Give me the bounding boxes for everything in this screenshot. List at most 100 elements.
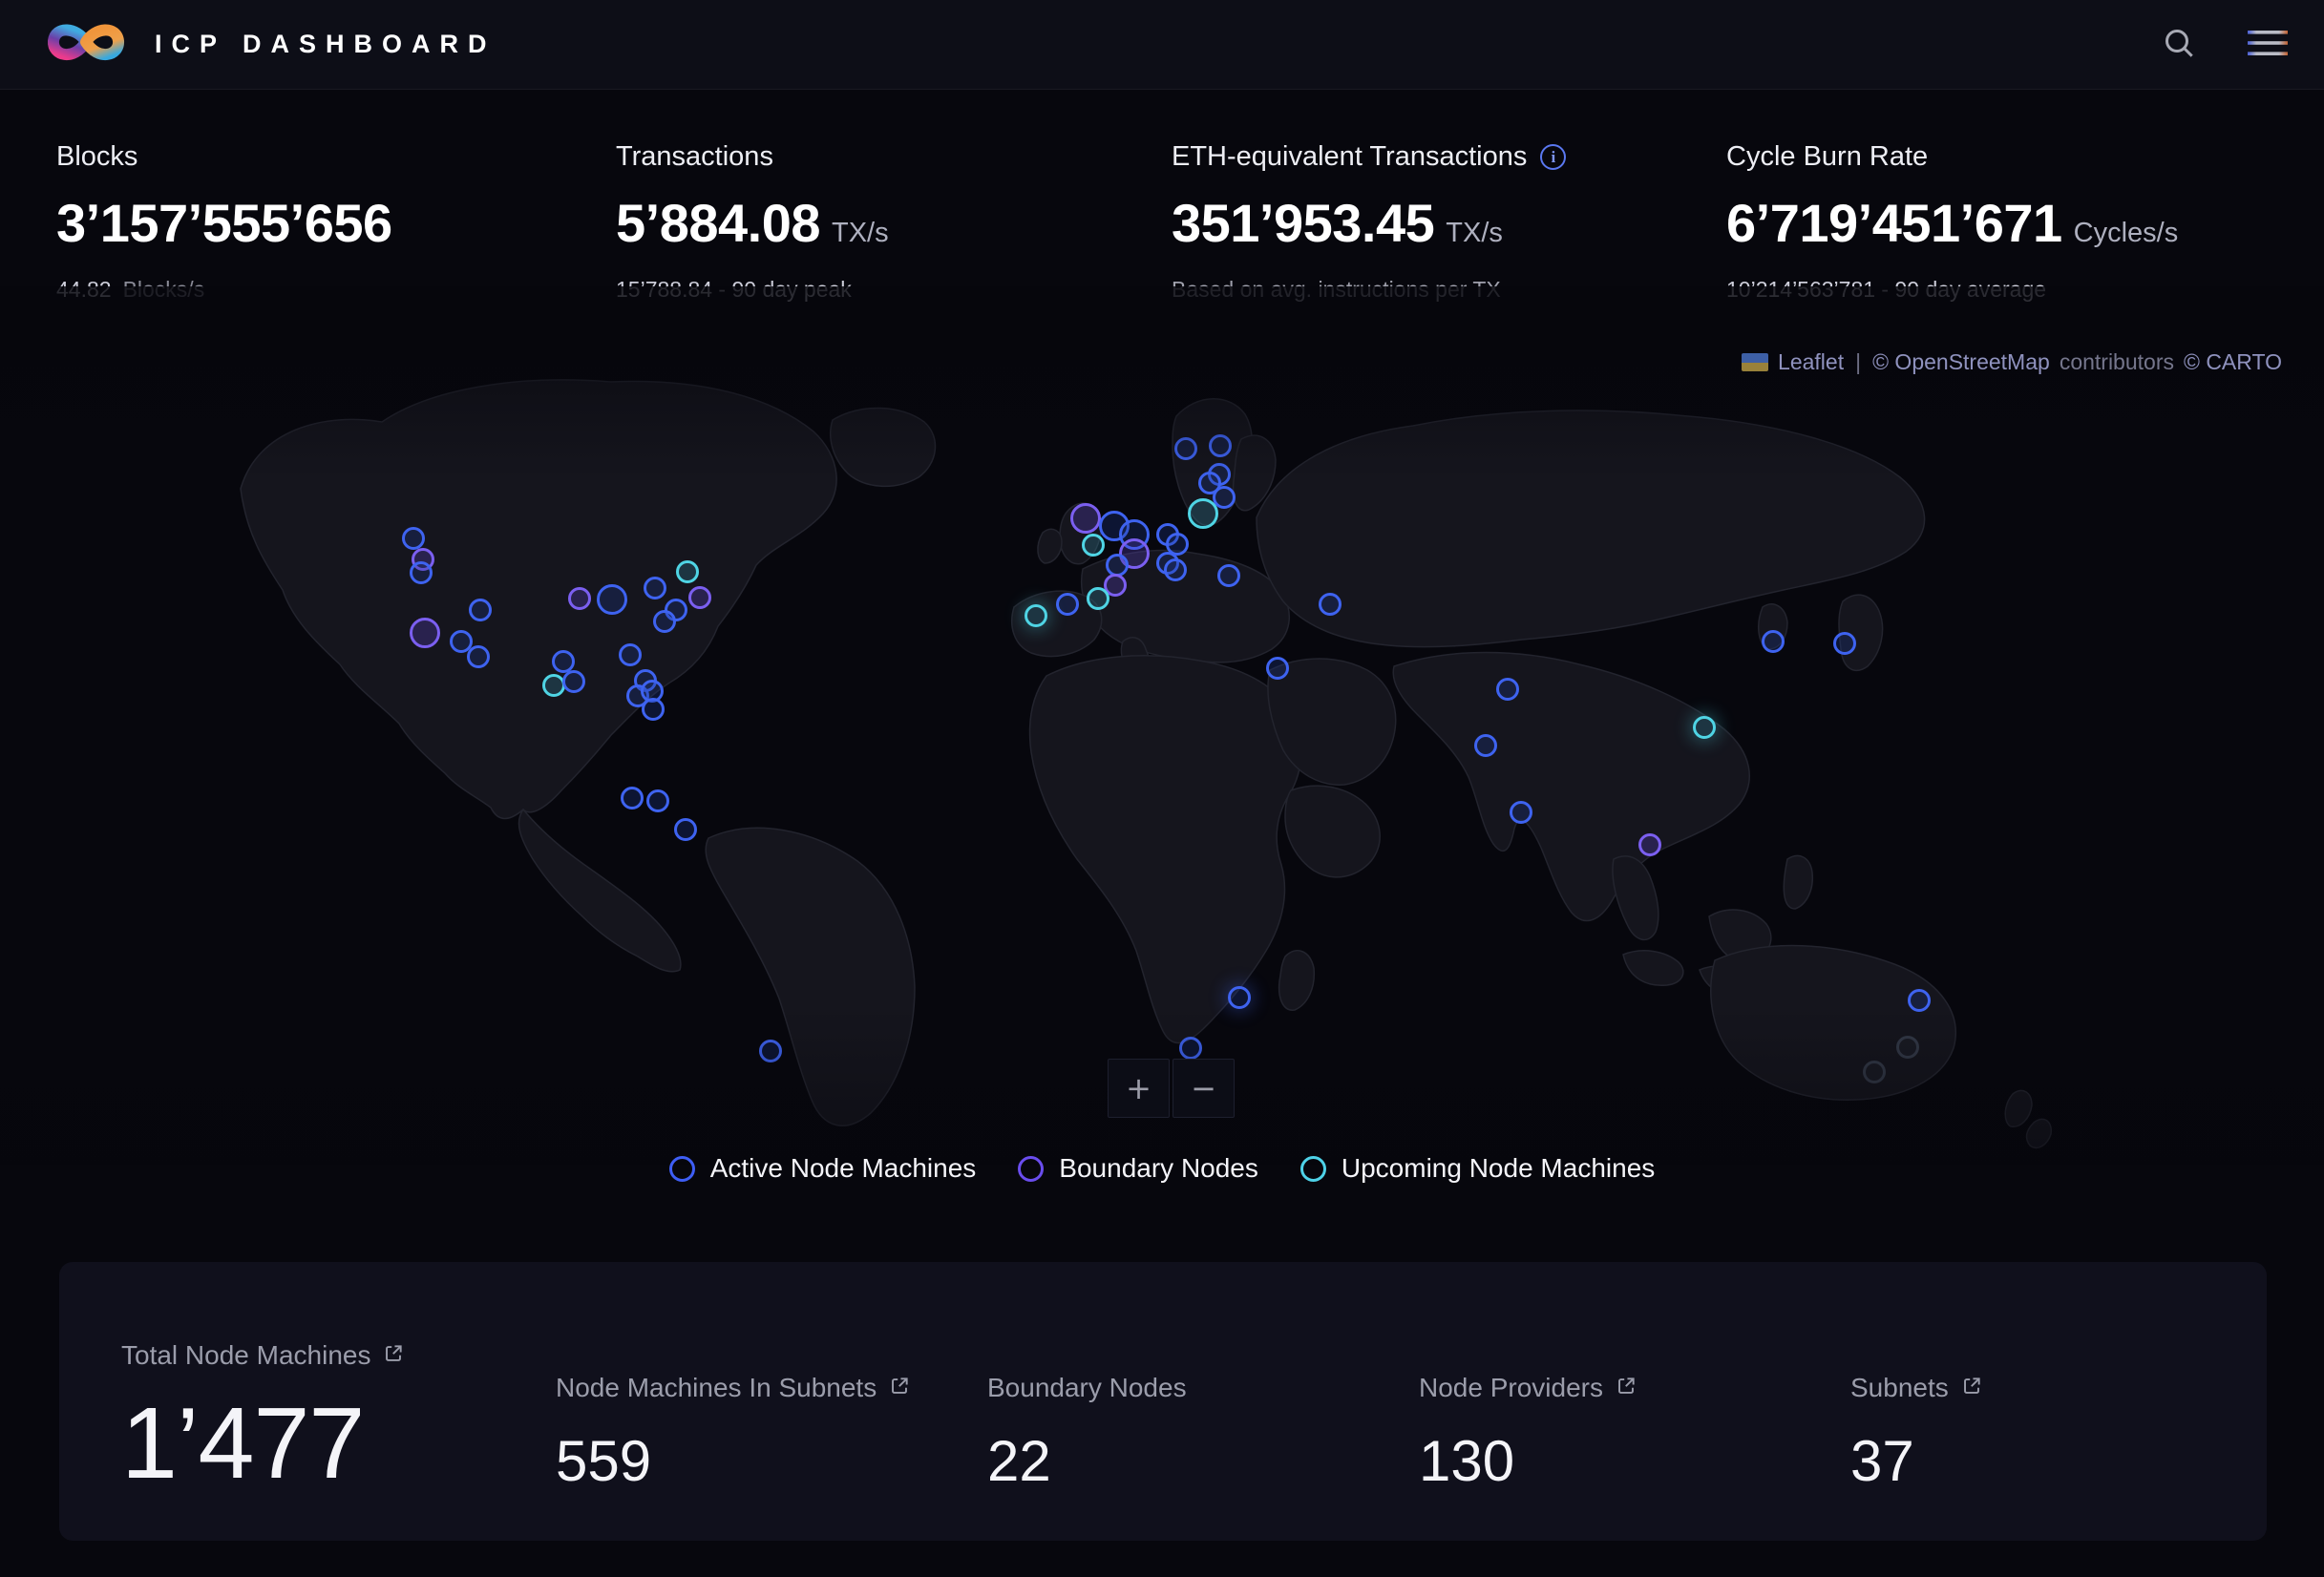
stat-transactions-label: Transactions [616,141,773,173]
map-node-marker[interactable] [653,610,676,633]
map-node-marker[interactable] [542,674,565,697]
map-node-marker[interactable] [410,561,433,584]
info-icon[interactable]: i [1540,144,1566,170]
map-node-marker[interactable] [1496,678,1519,701]
map-node-marker[interactable] [621,787,644,810]
map-node-marker[interactable] [644,577,666,599]
map-attribution: Leaflet | © OpenStreetMap contributors ©… [1742,349,2282,375]
legend-label: Boundary Nodes [1059,1153,1258,1184]
search-icon [2160,24,2198,65]
subnets-link[interactable]: Subnets [1850,1373,1983,1403]
map-node-marker[interactable] [1164,558,1187,581]
map-node-marker[interactable] [467,645,490,668]
stat-transactions-value: 5’884.08 [616,192,820,254]
stat-cycle-unit: Cycles/s [2074,218,2179,249]
top-navbar: ICP DASHBOARD [0,0,2324,90]
ukraine-flag-icon [1742,353,1768,371]
upcoming-node-ring-icon [1300,1156,1326,1182]
stat-cycle-value: 6’719’451’671 [1726,192,2062,254]
menu-button[interactable] [2246,28,2290,61]
brand: ICP DASHBOARD [42,14,496,74]
summary-node-machines-in-subnets: Node Machines In Subnets 559 [556,1262,911,1494]
app-title: ICP DASHBOARD [155,30,496,59]
map-node-marker[interactable] [642,698,665,721]
stat-blocks-label: Blocks [56,141,137,173]
external-link-icon [382,1342,405,1370]
map-node-marker[interactable] [1209,434,1232,457]
boundary-nodes-value: 22 [987,1428,1187,1494]
legend-item-upcoming: Upcoming Node Machines [1300,1153,1655,1184]
search-button[interactable] [2160,24,2198,65]
map-node-marker[interactable] [1474,734,1497,757]
active-node-ring-icon [669,1156,695,1182]
map-node-marker[interactable] [1693,716,1716,739]
node-providers-link[interactable]: Node Providers [1419,1373,1637,1403]
map-zoom-controls: + − [1108,1059,1235,1118]
hamburger-icon [2246,28,2290,61]
map-node-marker[interactable] [1070,503,1101,534]
legend-item-boundary: Boundary Nodes [1018,1153,1258,1184]
openstreetmap-link[interactable]: © OpenStreetMap [1872,349,2050,375]
subnets-value: 37 [1850,1428,1983,1494]
map-node-marker[interactable] [1188,498,1218,529]
summary-node-providers: Node Providers 130 [1419,1262,1637,1494]
map-node-marker[interactable] [1179,1037,1202,1060]
stat-blocks: Blocks 3’157’555’656 44.82Blocks/s [56,141,392,303]
map-node-marker[interactable] [1174,437,1197,460]
map-node-marker[interactable] [1319,593,1342,616]
stat-eth-equivalent: ETH-equivalent Transactions i 351’953.45… [1172,141,1566,303]
node-machines-in-subnets-link[interactable]: Node Machines In Subnets [556,1373,911,1403]
map-node-marker[interactable] [619,643,642,666]
boundary-node-ring-icon [1018,1156,1044,1182]
icp-infinity-logo [42,14,130,74]
map-node-marker[interactable] [1025,604,1047,627]
world-landmass [0,286,2324,1165]
map-node-marker[interactable] [1087,587,1109,610]
external-link-icon [1615,1375,1637,1402]
map-node-marker[interactable] [1510,801,1532,824]
stat-cycle-burn: Cycle Burn Rate 6’719’451’671 Cycles/s 1… [1726,141,2178,303]
map-node-marker[interactable] [1863,1061,1886,1083]
total-node-machines-link[interactable]: Total Node Machines [121,1340,405,1371]
external-link-icon [1960,1375,1983,1402]
leaflet-link[interactable]: Leaflet [1778,349,1844,375]
map-node-marker[interactable] [688,586,711,609]
map-node-marker[interactable] [1833,632,1856,655]
network-summary-card: Total Node Machines 1’477 Node Machines … [59,1262,2267,1541]
map-node-marker[interactable] [402,527,425,550]
summary-boundary-nodes: Boundary Nodes 22 [987,1262,1187,1494]
carto-link[interactable]: © CARTO [2184,349,2282,375]
map-node-marker[interactable] [410,618,440,648]
map-node-marker[interactable] [1908,989,1931,1012]
node-providers-value: 130 [1419,1428,1637,1494]
map-node-marker[interactable] [562,670,585,693]
map-node-marker[interactable] [1082,534,1105,557]
zoom-in-button[interactable]: + [1108,1059,1170,1118]
node-machines-in-subnets-value: 559 [556,1428,911,1494]
map-node-marker[interactable] [1638,833,1661,856]
map-node-marker[interactable] [1762,630,1785,653]
map-node-marker[interactable] [1056,593,1079,616]
zoom-out-button[interactable]: − [1173,1059,1235,1118]
map-node-marker[interactable] [1217,564,1240,587]
stat-cycle-label: Cycle Burn Rate [1726,141,1928,173]
stat-eth-value: 351’953.45 [1172,192,1434,254]
map-node-marker[interactable] [597,584,627,615]
map-node-marker[interactable] [646,789,669,812]
legend-label: Upcoming Node Machines [1342,1153,1655,1184]
map-node-marker[interactable] [1266,657,1289,680]
map-node-marker[interactable] [1896,1036,1919,1059]
summary-total-node-machines: Total Node Machines 1’477 [121,1262,405,1502]
attribution-separator: | [1853,349,1863,375]
stat-transactions: Transactions 5’884.08 TX/s 15’788.84 - 9… [616,141,889,303]
map-node-marker[interactable] [1228,986,1251,1009]
legend-item-active: Active Node Machines [669,1153,977,1184]
map-node-marker[interactable] [759,1040,782,1062]
map-node-marker[interactable] [674,818,697,841]
boundary-nodes-label: Boundary Nodes [987,1373,1187,1403]
map-node-marker[interactable] [568,587,591,610]
world-node-map[interactable]: Leaflet | © OpenStreetMap contributors ©… [0,286,2324,1165]
map-node-marker[interactable] [676,560,699,583]
stat-blocks-value: 3’157’555’656 [56,192,392,254]
map-node-marker[interactable] [469,599,492,621]
